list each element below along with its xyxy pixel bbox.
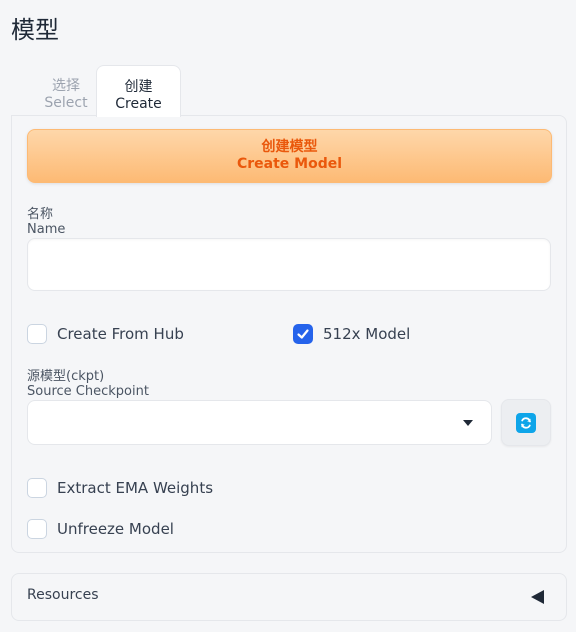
check-icon — [297, 329, 309, 339]
resources-label: Resources — [27, 587, 99, 603]
tab-bar: 选择 Select 创建 Create — [12, 65, 568, 117]
name-label-cn: 名称 — [27, 207, 54, 222]
tab-create-label-cn: 创建 — [124, 79, 153, 95]
model-512x-label: 512x Model — [323, 325, 411, 343]
create-model-button[interactable]: 创建模型 Create Model — [27, 129, 552, 183]
chevron-down-icon — [463, 420, 473, 426]
unfreeze-model-label: Unfreeze Model — [57, 520, 174, 538]
extract-ema-checkbox[interactable] — [27, 478, 47, 498]
tab-select-label-en: Select — [44, 95, 88, 111]
name-label: 名称 Name — [27, 207, 65, 237]
name-input[interactable] — [27, 238, 551, 291]
source-checkpoint-label-cn: 源模型(ckpt) — [27, 369, 105, 384]
source-checkpoint-label-en: Source Checkpoint — [27, 384, 149, 399]
refresh-icon — [516, 412, 536, 433]
model-512x-checkbox[interactable] — [293, 324, 313, 344]
create-model-label-en: Create Model — [236, 156, 343, 172]
page-title: 模型 — [11, 16, 59, 44]
tab-create[interactable]: 创建 Create — [96, 65, 181, 117]
create-from-hub-checkbox[interactable] — [27, 324, 47, 344]
refresh-icon-glyph — [521, 416, 531, 429]
source-checkpoint-dropdown[interactable] — [27, 400, 492, 445]
model-512x-checkbox-row[interactable]: 512x Model — [293, 324, 410, 344]
unfreeze-model-checkbox-row[interactable]: Unfreeze Model — [27, 519, 174, 539]
tab-create-label-en: Create — [115, 96, 162, 112]
extract-ema-checkbox-row[interactable]: Extract EMA Weights — [27, 478, 213, 498]
source-checkpoint-label: 源模型(ckpt) Source Checkpoint — [27, 369, 149, 399]
create-from-hub-label: Create From Hub — [57, 325, 184, 343]
triangle-left-icon[interactable] — [531, 590, 544, 604]
tab-select[interactable]: 选择 Select — [26, 65, 106, 116]
create-from-hub-checkbox-row[interactable]: Create From Hub — [27, 324, 184, 344]
create-model-label-cn: 创建模型 — [261, 139, 318, 155]
tab-select-label-cn: 选择 — [52, 78, 80, 94]
refresh-button[interactable] — [501, 399, 551, 446]
unfreeze-model-checkbox[interactable] — [27, 519, 47, 539]
name-label-en: Name — [27, 222, 66, 237]
resources-accordion[interactable]: Resources — [11, 573, 567, 621]
extract-ema-label: Extract EMA Weights — [57, 479, 214, 497]
create-panel: 创建模型 Create Model 名称 Name Create From Hu… — [11, 115, 567, 553]
